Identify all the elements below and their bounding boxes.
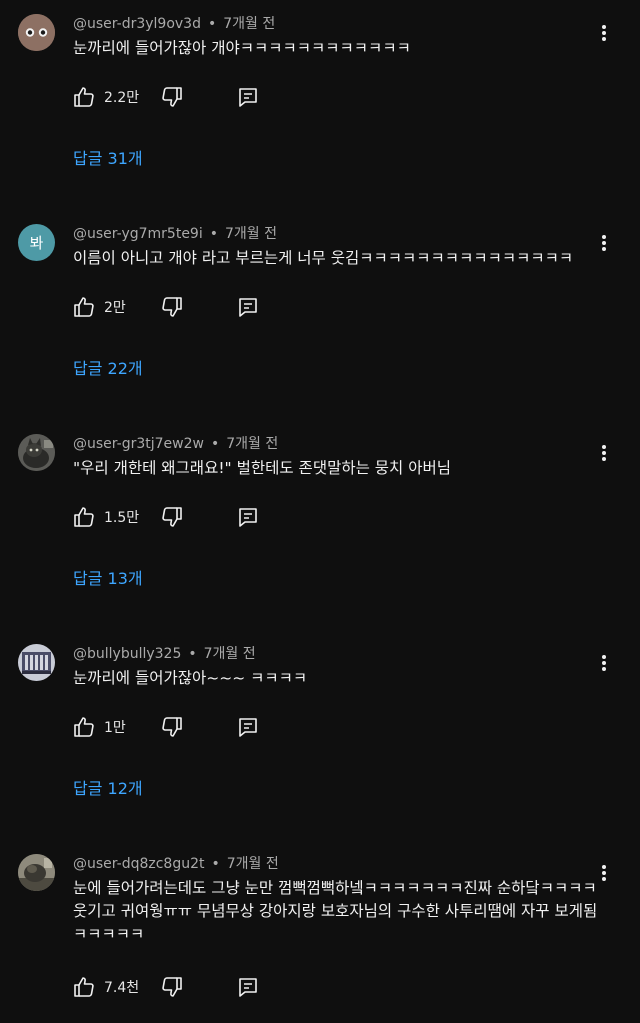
avatar-initial: 봐 — [29, 234, 44, 252]
more-vertical-icon — [602, 235, 606, 251]
like-button[interactable]: 1만 — [72, 713, 126, 741]
like-count: 7.4천 — [104, 980, 140, 996]
comment-meta: @user-yg7mr5te9i • 7개월 전 — [73, 225, 277, 243]
thumbs-up-icon — [74, 717, 94, 737]
comment-meta: @user-gr3tj7ew2w • 7개월 전 — [73, 435, 278, 453]
separator-dot: • — [211, 856, 220, 872]
avatar[interactable]: 봐 — [18, 224, 55, 261]
reply-button[interactable] — [234, 293, 262, 321]
author-name[interactable]: @user-gr3tj7ew2w — [73, 436, 204, 452]
dislike-button[interactable] — [158, 83, 186, 111]
more-options-button[interactable] — [592, 651, 616, 675]
more-vertical-icon — [602, 445, 606, 461]
view-replies-link[interactable]: 답글 13개 — [73, 569, 143, 589]
thumbs-up-icon — [74, 297, 94, 317]
view-replies-link[interactable]: 답글 22개 — [73, 359, 143, 379]
thumbs-down-icon — [162, 87, 182, 107]
reply-comment-icon — [239, 978, 257, 997]
thumbs-up-icon — [74, 87, 94, 107]
author-name[interactable]: @user-dr3yl9ov3d — [73, 16, 201, 32]
reply-button[interactable] — [234, 713, 262, 741]
comment-actions: 2만 — [72, 293, 372, 321]
thumbs-down-icon — [162, 977, 182, 997]
comment-meta: @user-dq8zc8gu2t • 7개월 전 — [73, 855, 279, 873]
author-name[interactable]: @bullybully325 — [73, 646, 181, 662]
more-options-button[interactable] — [592, 441, 616, 465]
separator-dot: • — [209, 226, 218, 242]
dog-photo-avatar-icon — [18, 854, 55, 891]
comment-time: 7개월 전 — [223, 16, 276, 32]
dislike-button[interactable] — [158, 973, 186, 1001]
comment-time: 7개월 전 — [226, 856, 279, 872]
dislike-button[interactable] — [158, 293, 186, 321]
thumbs-up-icon — [74, 977, 94, 997]
comment-text: 이름이 아니고 개야 라고 부르는게 너무 웃김ㅋㅋㅋㅋㅋㅋㅋㅋㅋㅋㅋㅋㅋㅋㅋ — [73, 249, 574, 267]
reply-button[interactable] — [234, 503, 262, 531]
building-photo-avatar-icon — [18, 644, 55, 681]
more-options-button[interactable] — [592, 21, 616, 45]
like-count: 1.5만 — [104, 510, 140, 526]
separator-dot: • — [210, 436, 220, 452]
comment-text: 눈까리에 들어가잖아~~~ ㅋㅋㅋㅋ — [73, 669, 308, 687]
thumbs-down-icon — [162, 717, 182, 737]
reply-comment-icon — [239, 88, 257, 107]
avatar[interactable] — [18, 14, 55, 51]
reply-button[interactable] — [234, 973, 262, 1001]
separator-dot: • — [207, 16, 217, 32]
avatar[interactable] — [18, 434, 55, 471]
like-button[interactable]: 2.2만 — [72, 83, 139, 111]
view-replies-link[interactable]: 답글 31개 — [73, 149, 143, 169]
dislike-button[interactable] — [158, 713, 186, 741]
like-count: 2만 — [104, 300, 126, 316]
avatar[interactable] — [18, 854, 55, 891]
comment-time: 7개월 전 — [203, 646, 256, 662]
like-button[interactable]: 2만 — [72, 293, 126, 321]
comment-time: 7개월 전 — [226, 436, 279, 452]
comment-text: 눈까리에 들어가잖아 개야ㅋㅋㅋㅋㅋㅋㅋㅋㅋㅋㅋㅋ — [73, 39, 411, 57]
thumbs-up-icon — [74, 507, 94, 527]
comment-time: 7개월 전 — [225, 226, 277, 242]
comment-text: "우리 개한테 왜그래요!" 벌한테도 존댓말하는 뭉치 아버님 — [73, 459, 452, 477]
view-replies-link[interactable]: 답글 12개 — [73, 779, 143, 799]
dislike-button[interactable] — [158, 503, 186, 531]
thumbs-down-icon — [162, 297, 182, 317]
more-vertical-icon — [602, 25, 606, 41]
reply-comment-icon — [239, 508, 257, 527]
like-button[interactable]: 7.4천 — [72, 973, 139, 1001]
author-name[interactable]: @user-yg7mr5te9i — [73, 226, 203, 242]
reply-button[interactable] — [234, 83, 262, 111]
like-count: 1만 — [104, 720, 126, 736]
more-options-button[interactable] — [592, 861, 616, 885]
comment-text: 눈에 들어가려는데도 그냥 눈만 껌뻑껌뻑하넼ㅋㅋㅋㅋㅋㅋㅋ진짜 순하닼ㅋㅋㅋㅋ… — [73, 879, 598, 943]
more-options-button[interactable] — [592, 231, 616, 255]
comment-meta: @bullybully325 • 7개월 전 — [73, 645, 256, 663]
cat-photo-avatar-icon — [18, 434, 55, 471]
like-button[interactable]: 1.5만 — [72, 503, 139, 531]
comment-actions: 2.2만 — [72, 83, 372, 111]
avatar[interactable] — [18, 644, 55, 681]
eyes-face-avatar-icon — [18, 14, 55, 51]
separator-dot: • — [188, 646, 197, 662]
author-name[interactable]: @user-dq8zc8gu2t — [73, 856, 204, 872]
thumbs-down-icon — [162, 507, 182, 527]
comment-actions: 1만 — [72, 713, 372, 741]
comment-actions: 7.4천 — [72, 973, 372, 1001]
comment-meta: @user-dr3yl9ov3d • 7개월 전 — [73, 15, 275, 33]
reply-comment-icon — [239, 718, 257, 737]
more-vertical-icon — [602, 655, 606, 671]
more-vertical-icon — [602, 865, 606, 881]
reply-comment-icon — [239, 298, 257, 317]
comment-actions: 1.5만 — [72, 503, 372, 531]
like-count: 2.2만 — [104, 90, 140, 106]
